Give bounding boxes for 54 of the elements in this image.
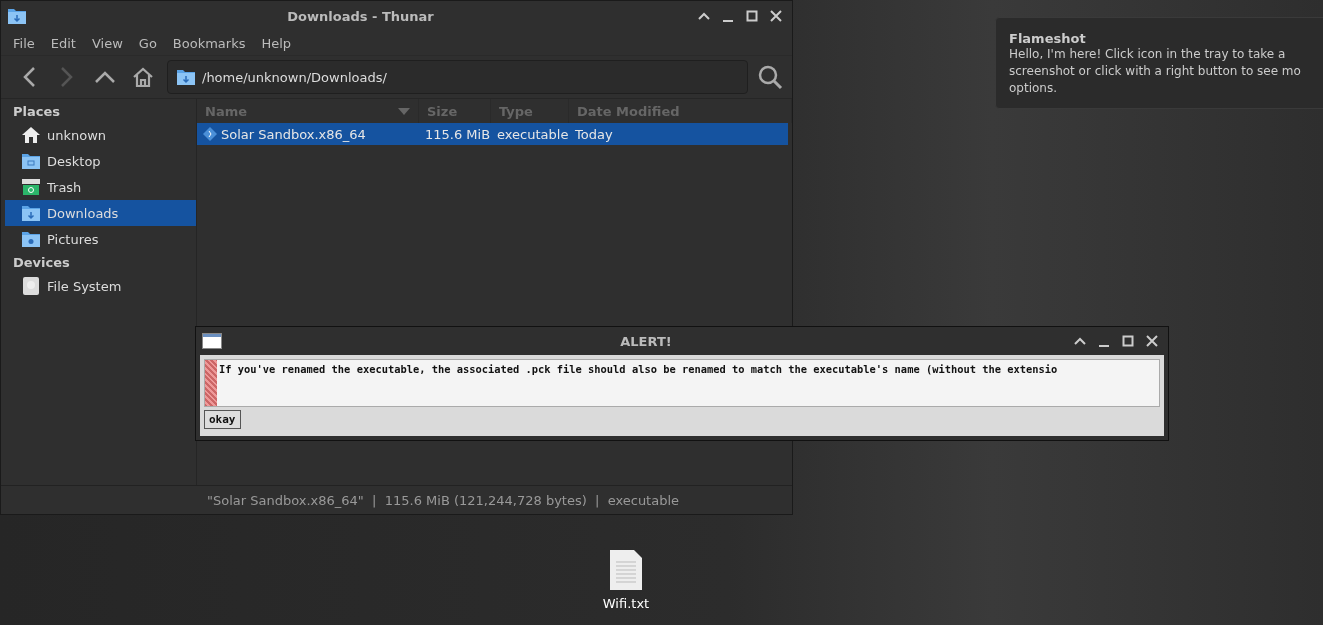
menu-item[interactable]: Edit: [42, 33, 84, 53]
chevron-up-icon: [1074, 337, 1086, 345]
maximize-icon: [1122, 335, 1134, 347]
search-icon: [757, 64, 783, 90]
chevron-up-icon: [94, 70, 116, 84]
table-cell-text: executable: [496, 126, 569, 142]
sidebar-heading: Places: [12, 103, 62, 121]
sidebar-item[interactable]: Desktop: [5, 148, 196, 174]
drive-icon: [21, 276, 41, 296]
camera-folder-icon: [21, 230, 41, 248]
maximize-icon: [746, 10, 758, 22]
sidebar-item[interactable]: Trash: [5, 174, 196, 200]
downloads-folder-icon: [176, 68, 196, 86]
window-title: Downloads - Thunar: [286, 8, 435, 24]
minimize-icon: [1098, 345, 1110, 347]
location-field[interactable]: /home/unknown/Downloads/: [167, 60, 748, 94]
window-icon: [202, 333, 222, 349]
minimize-icon: [722, 20, 734, 22]
downloads-folder-icon: [21, 204, 41, 222]
file-label[interactable]: Wifi.txt: [602, 596, 650, 611]
status-bar-text: "Solar Sandbox.x86_64" | 115.6 MiB (121,244,728 bytes) | executable: [207, 492, 680, 508]
sidebar-item[interactable]: Downloads: [5, 200, 196, 226]
menu-item[interactable]: Help: [253, 33, 300, 53]
downloads-folder-icon: [7, 7, 27, 25]
chevron-right-icon: [60, 66, 74, 88]
table-cell: Solar Sandbox.x86_64: [197, 126, 419, 142]
home-icon: [131, 66, 155, 88]
diamond-icon: [203, 127, 217, 141]
close-icon: [1146, 335, 1158, 347]
notification-text: Hello, I'm here! Click icon in the tray to take a screenshot or click with a right button to see mo options.: [1009, 46, 1302, 97]
striped-margin: [205, 360, 217, 406]
sidebar-item[interactable]: File System: [5, 273, 196, 299]
menu-item[interactable]: File: [5, 33, 43, 53]
table-cell-text: 115.6 MiB: [424, 126, 491, 142]
table-cell-text: Today: [574, 126, 614, 142]
text-file-icon[interactable]: [608, 548, 644, 592]
close-icon: [770, 10, 782, 22]
menu-item[interactable]: Go: [130, 33, 165, 53]
chevron-up-icon: [698, 12, 710, 20]
notification-title: Flameshot: [1009, 31, 1087, 46]
chevron-left-icon: [22, 66, 36, 88]
dialog-title: ALERT!: [619, 333, 673, 349]
home-icon: [21, 126, 41, 144]
menu-item[interactable]: View: [83, 33, 131, 53]
menu-item[interactable]: Bookmarks: [164, 33, 254, 53]
okay-button[interactable]: okay: [204, 410, 241, 429]
alert-message: If you've renamed the executable, the associated .pck file should also be renamed to match the executable's name (without the extensio: [218, 362, 1059, 377]
sort-arrow-icon: [398, 107, 410, 115]
sidebar-item[interactable]: Pictures: [5, 226, 196, 252]
folder-icon: [21, 152, 41, 170]
trash-icon: [21, 178, 41, 196]
sidebar-heading: Devices: [12, 254, 71, 272]
sidebar-item[interactable]: unknown: [5, 122, 196, 148]
file-row[interactable]: Solar Sandbox.x86_64 115.6 MiB executable Today: [197, 123, 788, 145]
